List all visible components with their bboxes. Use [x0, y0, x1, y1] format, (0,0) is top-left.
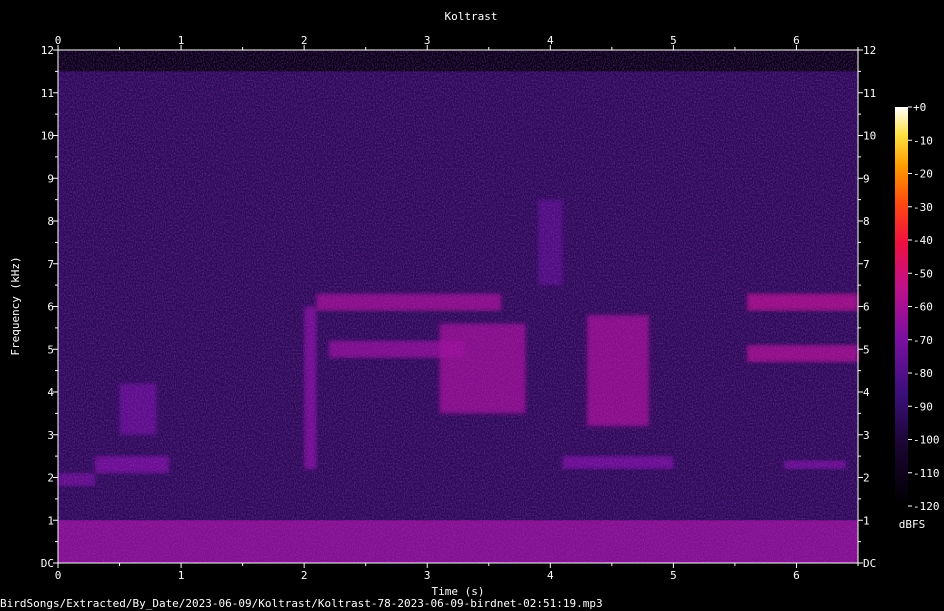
colorbar-tick-label: -80: [913, 367, 933, 380]
y-tick-label-left: 1: [47, 514, 54, 527]
y-tick-label-right: 3: [863, 429, 870, 442]
colorbar-tick-label: -120: [913, 500, 940, 513]
y-tick-label-left: 8: [47, 215, 54, 228]
x-tick-label-bottom: 1: [178, 569, 185, 582]
y-tick-label-right: 8: [863, 215, 870, 228]
colorbar: +0 -10 -20 -30 -40 -50 -60 -70 -80 -90 -100 -110 -12…: [895, 101, 940, 531]
y-tick-label-right: 7: [863, 258, 870, 271]
y-tick-label-right: 2: [863, 472, 870, 485]
x-tick-label-top: 0: [55, 34, 62, 47]
x-tick-label-top: 1: [178, 34, 185, 47]
y-tick-label-left: 7: [47, 258, 54, 271]
x-tick-label-bottom: 5: [670, 569, 677, 582]
x-tick-label-bottom: 4: [547, 569, 554, 582]
y-tick-label-right: 10: [863, 130, 876, 143]
y-tick-label-right: 4: [863, 386, 870, 399]
y-tick-label-right: 9: [863, 172, 870, 185]
y-tick-label-right: 5: [863, 343, 870, 356]
y-tick-label-left: 10: [41, 130, 54, 143]
chart-title: Koltrast: [445, 10, 498, 23]
y-tick-label-left: 5: [47, 343, 54, 356]
colorbar-tick-label: -50: [913, 267, 933, 280]
y-tick-label-left: 2: [47, 472, 54, 485]
x-tick-label-bottom: 3: [424, 569, 431, 582]
file-path: BirdSongs/Extracted/By_Date/2023-06-09/K…: [0, 597, 603, 610]
x-tick-label-bottom: 0: [55, 569, 62, 582]
y-tick-label-right: 1: [863, 514, 870, 527]
x-tick-label-bottom: 6: [793, 569, 800, 582]
colorbar-tick-label: -70: [913, 334, 933, 347]
spectrogram-noise: [58, 50, 858, 563]
y-tick-label-right: DC: [863, 557, 876, 570]
y-tick-label-left: 4: [47, 386, 54, 399]
y-tick-label-right: 11: [863, 87, 876, 100]
x-tick-label-top: 5: [670, 34, 677, 47]
colorbar-tick-label: +0: [913, 101, 926, 114]
x-tick-label-top: 6: [793, 34, 800, 47]
colorbar-tick-label: -60: [913, 301, 933, 314]
colorbar-gradient: [895, 107, 908, 506]
y-tick-label-left: 9: [47, 172, 54, 185]
x-tick-label-bottom: 2: [301, 569, 308, 582]
y-tick-label-left: 12: [41, 44, 54, 57]
colorbar-tick-label: -20: [913, 168, 933, 181]
colorbar-tick-label: -30: [913, 201, 933, 214]
colorbar-tick-label: -10: [913, 134, 933, 147]
colorbar-tick-label: -40: [913, 234, 933, 247]
y-tick-label-left: 3: [47, 429, 54, 442]
y-tick-label-left: 11: [41, 87, 54, 100]
colorbar-tick-label: -90: [913, 400, 933, 413]
colorbar-ticks: +0 -10 -20 -30 -40 -50 -60 -70 -80 -90 -100 -110 -12…: [908, 101, 940, 513]
y-tick-label-left: DC: [41, 557, 54, 570]
y-axis-label: Frequency (kHz): [9, 256, 22, 355]
colorbar-label: dBFS: [899, 518, 926, 531]
colorbar-tick-label: -110: [913, 467, 940, 480]
colorbar-tick-label: -100: [913, 434, 940, 447]
x-tick-label-top: 2: [301, 34, 308, 47]
y-tick-label-left: 6: [47, 301, 54, 314]
plot-area: [57, 49, 859, 564]
y-tick-label-right: 6: [863, 301, 870, 314]
x-tick-label-top: 4: [547, 34, 554, 47]
x-tick-label-top: 3: [424, 34, 431, 47]
spectrogram-figure: Koltrast 00112233445566 DC DC1 12 23 34 45 56 6…: [0, 10, 940, 610]
y-tick-label-right: 12: [863, 44, 876, 57]
